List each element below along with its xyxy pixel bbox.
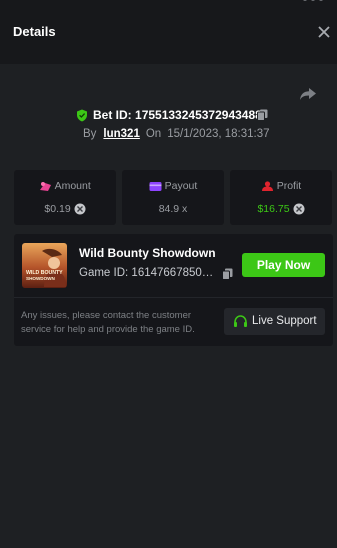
verified-shield-icon <box>77 109 87 122</box>
username-link[interactable]: lun321 <box>103 128 139 140</box>
game-id-label: Game ID: <box>79 267 129 279</box>
copy-bet-id-icon[interactable] <box>257 109 268 121</box>
stat-amount-label: Amount <box>54 180 91 192</box>
card-divider <box>14 297 333 298</box>
header-bar: Details <box>0 0 337 64</box>
on-label: On <box>145 128 162 140</box>
stat-payout-value: 84.9 x <box>158 203 188 215</box>
stat-profit-label: Profit <box>276 180 302 192</box>
bet-id: Bet ID: 1755133245372943488 <box>93 108 262 122</box>
stat-profit-value-row: $16.75 <box>230 203 332 215</box>
stat-amount-label-row: Amount <box>14 180 116 192</box>
stat-profit: Profit $16.75 <box>230 170 332 225</box>
headset-icon <box>234 315 247 327</box>
stat-profit-label-row: Profit <box>230 180 332 192</box>
bet-byline: By lun321 On 15/1/2023, 18:31:37 <box>83 128 270 140</box>
more-icon[interactable] <box>299 0 329 4</box>
live-support-button[interactable]: Live Support <box>224 308 325 335</box>
game-name: Wild Bounty Showdown <box>79 246 216 260</box>
play-now-button[interactable]: Play Now <box>242 253 325 277</box>
bet-id-label: Bet ID: <box>93 108 132 122</box>
game-id: Game ID: 1614766785088... <box>79 267 219 279</box>
thumb-logo-text-2: SHOWDOWN <box>26 276 56 281</box>
game-thumbnail[interactable]: WILD BOUNTY SHOWDOWN <box>22 243 67 288</box>
stat-profit-value: $16.75 <box>257 203 290 215</box>
support-note: Any issues, please contact the customer … <box>21 310 195 335</box>
profit-icon <box>261 181 273 191</box>
stat-amount-value-row: $0.19 <box>14 203 116 215</box>
stat-payout-label: Payout <box>164 180 198 192</box>
currency-coin-icon <box>293 203 305 215</box>
stat-amount: Amount $0.19 <box>14 170 116 225</box>
game-id-value: 1614766785088... <box>131 267 219 279</box>
stat-payout-value-row: 84.9 x <box>122 203 224 215</box>
share-icon[interactable] <box>299 86 317 102</box>
bet-id-value: 1755133245372943488 <box>135 108 262 122</box>
amount-icon <box>40 181 52 191</box>
stat-payout-label-row: Payout <box>122 180 224 192</box>
stat-payout: Payout 84.9 x <box>122 170 224 225</box>
close-icon[interactable] <box>315 23 333 41</box>
live-support-label: Live Support <box>252 315 317 327</box>
payout-icon <box>149 181 162 191</box>
currency-coin-icon <box>74 203 86 215</box>
by-label: By <box>83 128 97 140</box>
stat-amount-value: $0.19 <box>44 203 71 215</box>
bet-datetime: 15/1/2023, 18:31:37 <box>167 128 270 140</box>
copy-game-id-icon[interactable] <box>222 268 233 280</box>
page-title: Details <box>13 24 56 39</box>
